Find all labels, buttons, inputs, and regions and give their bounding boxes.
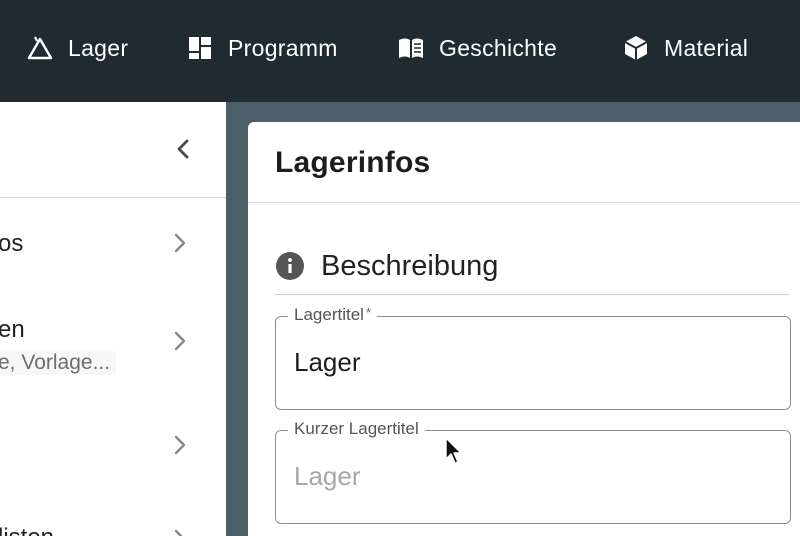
chevron-right-icon [172, 528, 188, 536]
nav-item-label: Geschichte [439, 34, 558, 61]
tent-icon [27, 36, 53, 60]
chevron-left-icon [177, 139, 189, 159]
field-label-text: Lagertitel [294, 305, 364, 324]
sidebar-item-infos[interactable]: os [0, 198, 226, 294]
sidebar-item-vorlagen[interactable]: en e, Vorlage... [0, 294, 226, 394]
lagerinfos-card: Lagerinfos Beschreibung Lagertitel * Lage… [248, 122, 800, 536]
info-icon [276, 252, 304, 280]
field-placeholder: Lager [294, 461, 361, 491]
chevron-right-icon [172, 434, 188, 456]
sidebar-item-listen[interactable]: listen [0, 494, 226, 536]
divider [248, 202, 800, 203]
divider [275, 294, 790, 295]
sidebar-item-label: os [0, 230, 24, 257]
field-label: Lagertitel * [288, 305, 377, 325]
sidebar-item-sublabel: e, Vorlage... [0, 351, 117, 375]
field-label: Kurzer Lagertitel [288, 419, 425, 439]
nav-item-material[interactable]: Material [622, 30, 748, 66]
nav-item-geschichte[interactable]: Geschichte [397, 30, 557, 66]
cube-icon [624, 36, 648, 60]
nav-item-label: Lager [68, 34, 129, 61]
sidebar-item-label: listen [0, 524, 54, 536]
top-navigation: Lager Programm Geschichte Material [0, 0, 800, 102]
chevron-right-icon [172, 330, 188, 352]
book-icon [399, 38, 423, 58]
nav-item-label: Material [664, 34, 749, 61]
collapse-sidebar-button[interactable] [170, 134, 196, 164]
required-mark: * [365, 305, 371, 320]
sidebar-header [0, 102, 226, 198]
field-value: Lager [294, 347, 361, 377]
sidebar: os en e, Vorlage... listen [0, 102, 226, 536]
dashboard-icon [189, 37, 211, 59]
section-header: Beschreibung [275, 246, 498, 286]
sidebar-item[interactable] [0, 394, 226, 494]
section-title: Beschreibung [321, 249, 499, 282]
lagertitel-field[interactable]: Lagertitel * Lager [275, 305, 791, 410]
kurzer-lagertitel-field[interactable]: Kurzer Lagertitel Lager [275, 419, 791, 524]
sidebar-item-label: en [0, 316, 25, 343]
nav-item-label: Programm [228, 34, 338, 61]
chevron-right-icon [172, 232, 188, 254]
nav-item-lager[interactable]: Lager [26, 30, 128, 66]
page-title: Lagerinfos [275, 146, 431, 179]
nav-item-programm[interactable]: Programm [186, 30, 338, 66]
